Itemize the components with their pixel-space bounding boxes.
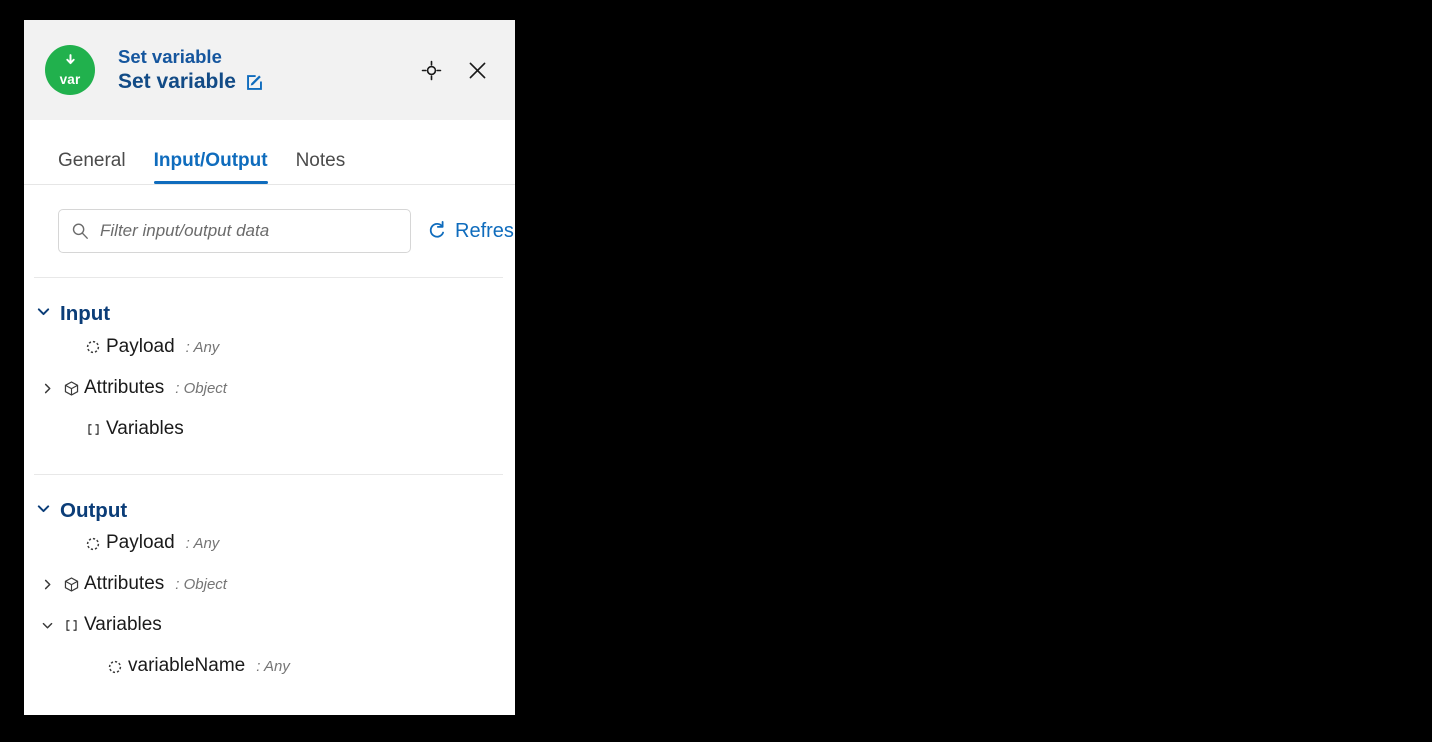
dashed-circle-icon: [102, 659, 128, 675]
panel-tabs: General Input/Output Notes: [24, 120, 515, 185]
node-properties-panel: var Set variable Set variable General In…: [24, 20, 515, 715]
tree-row-type: : Any: [185, 338, 220, 356]
section-output: Output Payload : Any Attributes: Object…: [24, 475, 515, 688]
down-arrow-icon: [63, 53, 78, 72]
close-panel-button[interactable]: [465, 58, 489, 82]
input-output-tree: Input Payload : Any Attributes: Object …: [24, 253, 515, 715]
tree-row-type: : Object: [175, 576, 227, 594]
tree-row[interactable]: Attributes : Object: [24, 368, 515, 409]
tab-input-output[interactable]: Input/Output: [153, 150, 268, 184]
locate-node-button[interactable]: [419, 58, 443, 82]
tree-row-label: Variables: [106, 417, 184, 439]
tree-row-label: Attributes: [84, 376, 165, 398]
section-header-output[interactable]: Output: [24, 499, 515, 524]
tree-row-label: variableName: [128, 655, 246, 677]
panel-header: var Set variable Set variable: [24, 20, 515, 120]
tree-row[interactable]: Payload : Any: [24, 523, 515, 564]
node-badge-label: var: [59, 72, 81, 88]
filter-toolbar: Refresh: [24, 185, 515, 253]
tree-row[interactable]: variableName : Any: [24, 646, 515, 687]
tab-notes[interactable]: Notes: [296, 150, 346, 184]
dashed-circle-icon: [80, 339, 106, 355]
section-input: Input Payload : Any Attributes: Object …: [24, 278, 515, 450]
tree-row-label: Payload: [106, 532, 175, 554]
tree-row-type: : Object: [175, 379, 227, 397]
tree-row-label: Payload: [106, 335, 175, 357]
node-kind-label: Set variable: [118, 45, 222, 67]
refresh-button[interactable]: Refresh: [427, 220, 515, 243]
section-title-input: Input: [60, 302, 111, 325]
search-input[interactable]: [58, 209, 411, 253]
refresh-label: Refresh: [455, 220, 515, 242]
tree-row[interactable]: Variables: [24, 409, 515, 450]
tree-row-label: Attributes: [84, 573, 165, 595]
node-type-badge: var: [45, 45, 95, 95]
cube-icon: [58, 576, 84, 593]
cube-icon: [58, 380, 84, 397]
screen-background: var Set variable Set variable General In…: [0, 0, 1432, 742]
edit-pencil-square-icon[interactable]: [245, 73, 264, 92]
tree-row[interactable]: Payload : Any: [24, 327, 515, 368]
tab-general[interactable]: General: [58, 150, 126, 184]
tree-row[interactable]: Attributes : Object: [24, 564, 515, 605]
brackets-icon: [80, 422, 106, 437]
brackets-icon: [58, 618, 84, 633]
refresh-circular-arrow-icon: [427, 220, 447, 243]
chevron-down-icon: [36, 304, 51, 324]
section-title-output: Output: [60, 498, 128, 522]
panel-header-actions: [419, 58, 495, 82]
panel-title-block: Set variable Set variable: [118, 46, 264, 94]
tree-row-type: : Any: [256, 658, 290, 676]
dashed-circle-icon: [80, 536, 106, 552]
tree-row-type: : Any: [185, 535, 220, 553]
node-name-label: Set variable: [118, 70, 236, 94]
chevron-right-icon[interactable]: [36, 382, 58, 395]
node-name-row: Set variable: [118, 70, 264, 94]
tree-row[interactable]: Variables: [24, 605, 515, 646]
tree-row-label: Variables: [84, 614, 162, 636]
chevron-down-icon[interactable]: [36, 619, 58, 632]
chevron-right-icon[interactable]: [36, 578, 58, 591]
chevron-down-icon: [36, 501, 51, 521]
section-header-input[interactable]: Input: [24, 302, 515, 327]
search-field-wrapper: [58, 209, 411, 253]
